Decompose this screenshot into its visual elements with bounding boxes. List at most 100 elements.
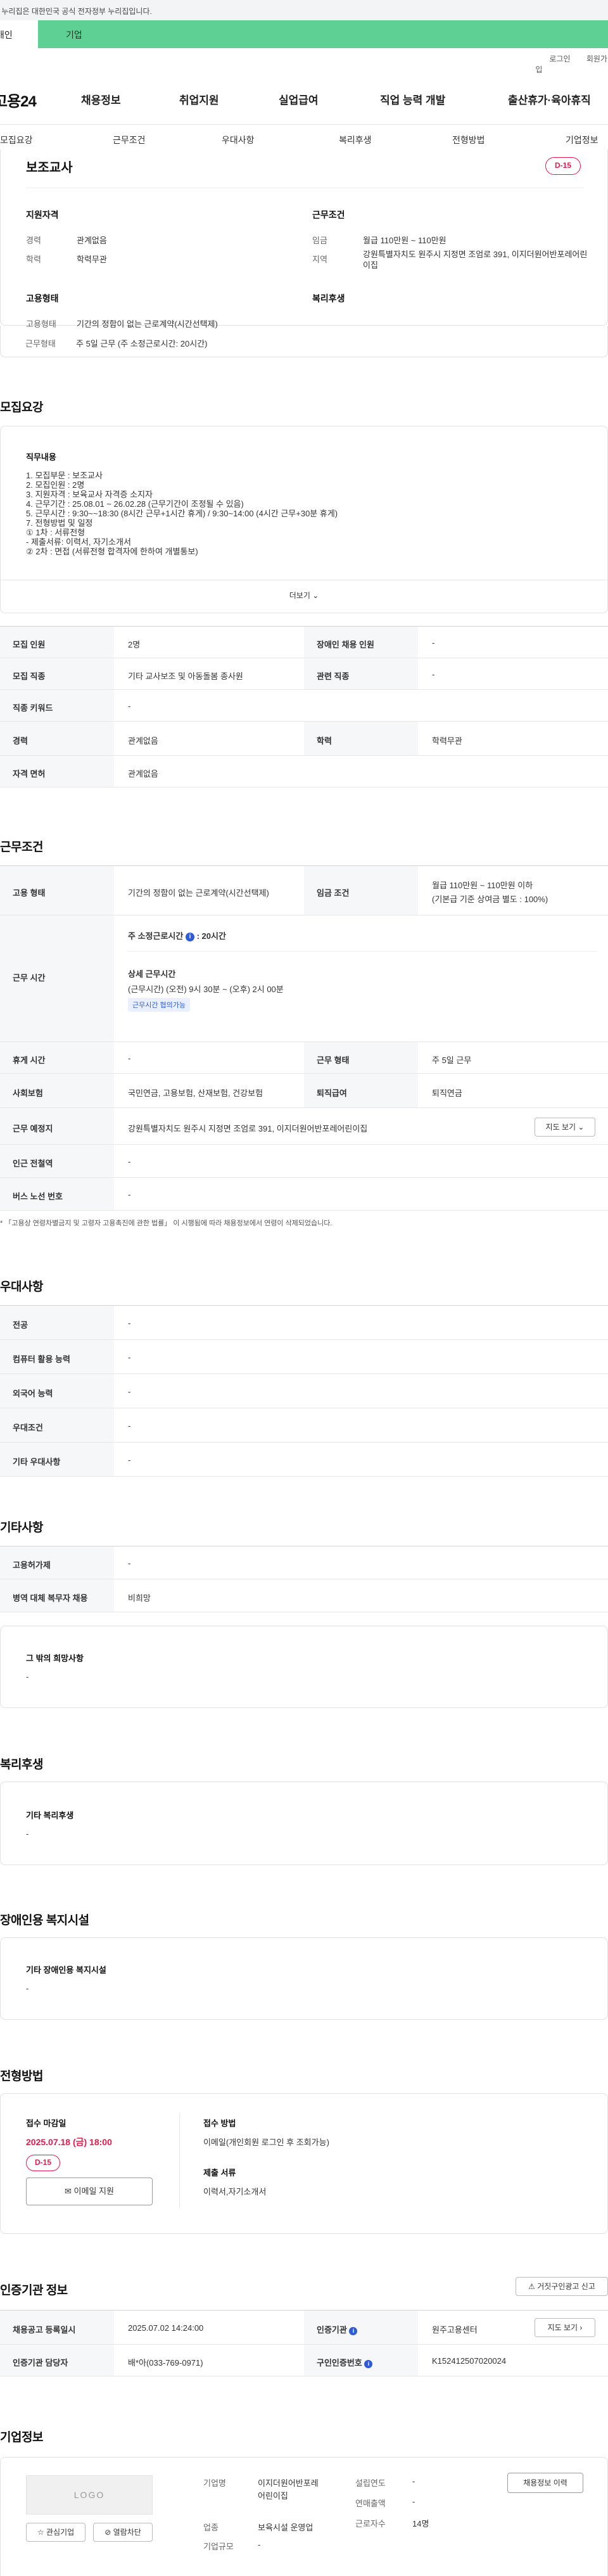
info-icon[interactable]: i xyxy=(185,932,194,941)
gnb-item-leave[interactable]: 출산휴가·육아휴직 xyxy=(508,91,591,107)
table-row: 근무 예정지 강원특별자치도 원주시 지정면 조엄로 391, 이지더원어반포레… xyxy=(0,1108,608,1145)
block-icon: ⊘ xyxy=(104,2528,111,2537)
flex-hours-badge: 근무시간 협의가능 xyxy=(128,998,191,1012)
report-fake-ad-button[interactable]: ⚠ 거짓구인광고 신고 xyxy=(516,2277,608,2296)
table-row: 고용허가제 - xyxy=(0,1546,608,1579)
tab-individual[interactable]: 개인 xyxy=(0,20,38,48)
agency-title: 인증기관 정보 xyxy=(0,2284,68,2297)
nav-welfare[interactable]: 복리후생 xyxy=(339,134,372,146)
other-wish-card: 그 밖의 희망사항 - xyxy=(0,1626,608,1708)
pref-title: 우대사항 xyxy=(0,1280,43,1294)
weekly-hours-value: : 20시간 xyxy=(196,931,226,941)
career-label: 경력 xyxy=(26,236,41,245)
duty-line: 2. 모집인원 : 2명 xyxy=(26,480,85,490)
cond-title: 근무조건 xyxy=(312,210,345,220)
method-value: 이메일(개인회원 로그인 후 조회가능) xyxy=(203,2138,329,2147)
docs-label: 제출 서류 xyxy=(203,2168,236,2177)
table-row: 기타 우대사항 - xyxy=(0,1443,608,1477)
map-button[interactable]: 지도 보기 ⌄ xyxy=(535,1118,595,1137)
welfare-title: 복리후생 xyxy=(312,293,345,303)
table-row: 채용공고 등록일시 2025.07.02 14:24:00 인증기관 i 원주고… xyxy=(0,2311,608,2345)
duty-line: 1. 모집부문 : 보조교사 xyxy=(26,471,103,480)
region-label: 지역 xyxy=(312,255,327,264)
gnb-item-jobs[interactable]: 채용정보 xyxy=(81,91,121,107)
detail-hours-label: 상세 근무시간 xyxy=(128,969,176,979)
other-wish-value: - xyxy=(26,1672,29,1681)
favorite-company-button[interactable]: ☆ 관심기업 xyxy=(26,2523,86,2542)
top-tabs: 개인 기업 xyxy=(0,20,608,48)
work-title: 근무조건 xyxy=(0,841,43,854)
email-apply-button[interactable]: ✉ 이메일 지원 xyxy=(26,2177,153,2205)
info-icon[interactable]: i xyxy=(349,2327,358,2335)
nav-company[interactable]: 기업정보 xyxy=(566,134,598,146)
dday-badge: D-15 xyxy=(545,157,581,175)
selection-title: 전형방법 xyxy=(0,2070,43,2083)
more-button[interactable]: 더보기 ⌄ xyxy=(1,590,607,601)
company-card: LOGO ☆ 관심기업 ⊘ 열람차단 기업명 이지더원어반포레 어린이집 업종 … xyxy=(0,2457,608,2576)
duty-list: 1. 모집부문 : 보조교사 2. 모집인원 : 2명 3. 지원자격 : 보육… xyxy=(26,471,338,556)
signup-link[interactable]: 회원가입 xyxy=(535,54,607,74)
duty-card: 직무내용 1. 모집부문 : 보조교사 2. 모집인원 : 2명 3. 지원자격… xyxy=(0,426,608,613)
login-link[interactable]: 로그인 xyxy=(549,54,570,63)
duty-line: 7. 전형방법 및 일정 xyxy=(26,518,93,528)
wage-label: 임금 xyxy=(312,236,327,245)
nav-recruit[interactable]: 모집요강 xyxy=(0,134,33,146)
table-row: 휴게 시간 - 근무 형태 주 5일 근무 xyxy=(0,1042,608,1074)
table-row: 사회보험 국민연금, 고용보험, 산재보험, 건강보험 퇴직급여 퇴직연금 xyxy=(0,1074,608,1108)
sales-value: - xyxy=(412,2497,415,2506)
welfare-box-title: 기타 복리후생 xyxy=(26,1811,74,1820)
welfare-box-value: - xyxy=(26,1829,29,1839)
company-title: 기업정보 xyxy=(0,2431,43,2444)
nav-work[interactable]: 근무조건 xyxy=(113,134,146,146)
etc-title: 기타사항 xyxy=(0,1521,43,1534)
edu-label: 학력 xyxy=(26,255,41,264)
gnb-item-benefit[interactable]: 실업급여 xyxy=(279,91,319,107)
util-links: 로그인 회원가입 xyxy=(535,53,608,75)
career-value: 관계없음 xyxy=(77,236,107,245)
selection-card: 접수 마감일 2025.07.18 (금) 18:00 D-15 ✉ 이메일 지… xyxy=(0,2093,608,2234)
welfare-card: 기타 복리후생 - xyxy=(0,1782,608,1865)
table-row: 버스 노선 번호 - xyxy=(0,1178,608,1211)
tab-business[interactable]: 기업 xyxy=(38,20,608,48)
info-icon[interactable]: i xyxy=(364,2360,373,2368)
disabled-box-title: 기타 장애인용 복지시설 xyxy=(26,1965,106,1975)
gnb-item-support[interactable]: 취업지원 xyxy=(179,91,219,107)
disabled-title: 장애인용 복지시설 xyxy=(0,1914,89,1927)
table-row: 경력 관계없음 학력 학력무관 xyxy=(0,722,608,756)
table-row: 외국어 능력 - xyxy=(0,1374,608,1408)
company-logo: LOGO xyxy=(26,2475,153,2515)
weekly-hours-label: 주 소정근로시간 xyxy=(128,931,184,941)
table-row: 전공 - xyxy=(0,1306,608,1340)
site-logo[interactable]: 고용24 xyxy=(0,89,37,111)
scale-label: 기업규모 xyxy=(203,2542,234,2551)
employees-value: 14명 xyxy=(412,2519,429,2528)
hiring-history-button[interactable]: 채용정보 이력 xyxy=(507,2473,583,2493)
founded-value: - xyxy=(412,2477,415,2486)
table-row: 고용 형태 기간의 정함이 없는 근로계약(시간선택제) 임금 조건 월급 11… xyxy=(0,866,608,915)
table-row: 병역 대체 복무자 채용 비희망 xyxy=(0,1579,608,1612)
recruit-table: 모집 인원 2명 장애인 채용 인원 - 모집 직종 기타 교사보조 및 아동돌… xyxy=(0,626,608,787)
mail-icon: ✉ xyxy=(65,2186,72,2196)
gnb-item-training[interactable]: 직업 능력 개발 xyxy=(380,91,445,107)
table-row: 우대조건 - xyxy=(0,1408,608,1443)
table-row: 모집 직종 기타 교사보조 및 아동돌봄 종사원 관련 직종 - xyxy=(0,658,608,690)
region-value: 강원특별자치도 원주시 지정면 조엄로 391, 이지더원어반포레어린이집 xyxy=(363,250,588,270)
chevron-down-icon: ⌄ xyxy=(578,1123,585,1132)
nav-selection[interactable]: 전형방법 xyxy=(452,134,485,146)
docs-value: 이력서,자기소개서 xyxy=(203,2187,267,2197)
agency-map-button[interactable]: 지도 보기 › xyxy=(535,2318,595,2337)
job-title: 보조교사 xyxy=(26,161,73,175)
table-row: 모집 인원 2명 장애인 채용 인원 - xyxy=(0,627,608,658)
duty-line: - 제출서류: 이력서, 자기소개서 xyxy=(26,537,131,547)
wage-value: 월급 110만원 ~ 110만원 xyxy=(363,236,446,245)
table-row: 근무 시간 주 소정근로시간 i : 20시간 상세 근무시간 (근무시간) (… xyxy=(0,915,608,1042)
company-name-value-2: 어린이집 xyxy=(258,2491,288,2501)
block-view-button[interactable]: ⊘ 열람차단 xyxy=(93,2523,153,2542)
agency-table: 채용공고 등록일시 2025.07.02 14:24:00 인증기관 i 원주고… xyxy=(0,2310,608,2376)
company-name-label: 기업명 xyxy=(203,2478,226,2488)
pref-table: 전공 - 컴퓨터 활용 능력 - 외국어 능력 - 우대조건 - 기타 우대사항 - xyxy=(0,1305,608,1477)
nav-pref[interactable]: 우대사항 xyxy=(222,134,255,146)
star-icon: ☆ xyxy=(37,2528,44,2537)
table-row: 인증기관 담당자 배*아(033-769-0971) 구인인증번호 i K152… xyxy=(0,2345,608,2376)
duty-line: 5. 근무시간 : 9:30~~18:30 (8시간 근무+1시간 휴게) / … xyxy=(26,509,338,518)
